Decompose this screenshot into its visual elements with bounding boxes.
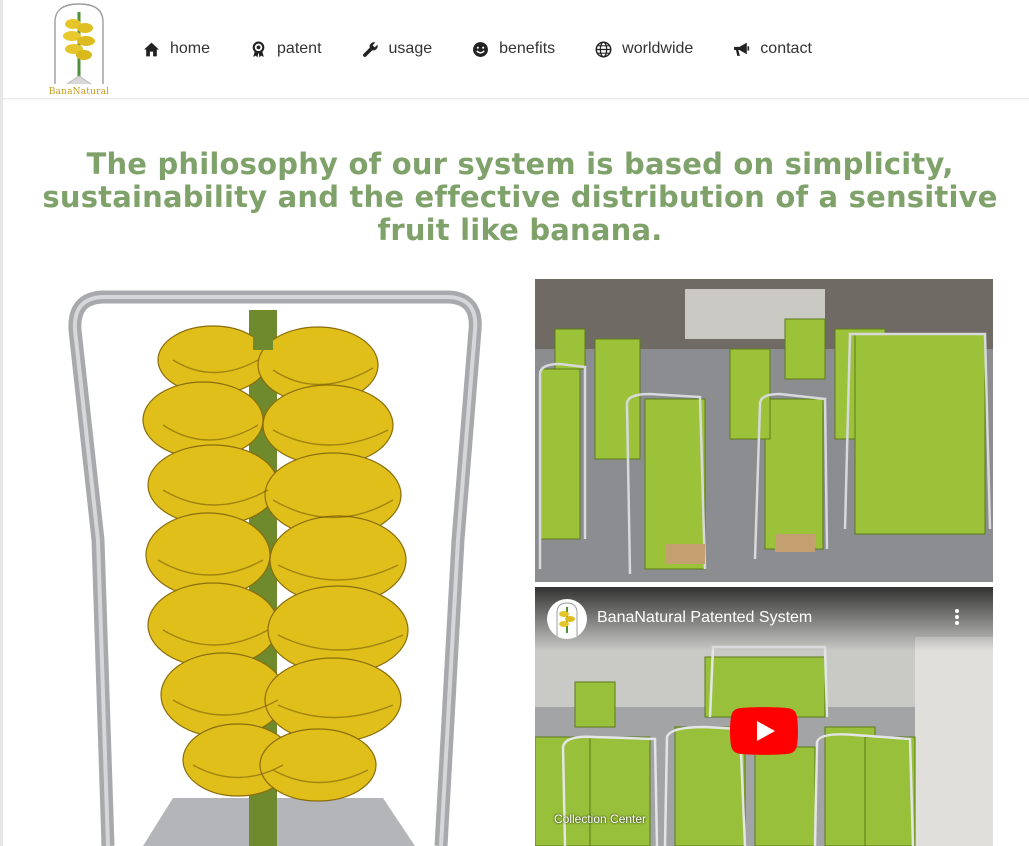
site-header: BanaNatural home patent usage benefits w…	[3, 0, 1029, 99]
video-title[interactable]: BanaNatural Patented System	[597, 609, 812, 627]
nav-item-worldwide[interactable]: worldwide	[595, 37, 693, 61]
nav-label: patent	[277, 40, 322, 57]
banana-frame-product-image	[63, 290, 488, 846]
video-caption: Collection Center	[554, 812, 647, 826]
warehouse-photo	[535, 279, 993, 582]
bananatural-logo[interactable]: BanaNatural	[47, 2, 111, 97]
play-button-icon[interactable]	[730, 707, 798, 755]
more-options-icon[interactable]	[953, 609, 961, 629]
globe-icon	[595, 41, 612, 57]
nav-label: benefits	[499, 40, 556, 57]
nav-label: worldwide	[622, 40, 694, 57]
home-icon	[144, 42, 159, 56]
award-ribbon-icon	[252, 41, 265, 57]
nav-label: contact	[760, 40, 812, 57]
nav-item-benefits[interactable]: benefits	[472, 37, 555, 61]
nav-item-home[interactable]: home	[143, 37, 210, 61]
nav-item-usage[interactable]: usage	[362, 37, 433, 61]
logo-text: BanaNatural	[48, 87, 110, 97]
nav-label: usage	[388, 40, 433, 57]
channel-avatar[interactable]	[547, 599, 587, 639]
wrench-icon	[362, 41, 378, 57]
nav-item-patent[interactable]: patent	[250, 37, 322, 61]
main-nav: home patent usage benefits worldwide con…	[143, 37, 852, 61]
logo-banana-frame-icon	[54, 3, 104, 85]
nav-label: home	[170, 40, 211, 57]
channel-logo-icon	[556, 602, 578, 637]
page: BanaNatural home patent usage benefits w…	[0, 0, 1029, 846]
nav-item-contact[interactable]: contact	[733, 37, 812, 61]
smiley-icon	[473, 41, 489, 57]
megaphone-icon	[734, 42, 750, 56]
philosophy-headline: The philosophy of our system is based on…	[42, 147, 998, 247]
youtube-video-embed[interactable]: BanaNatural Patented System Collection C…	[535, 587, 993, 846]
